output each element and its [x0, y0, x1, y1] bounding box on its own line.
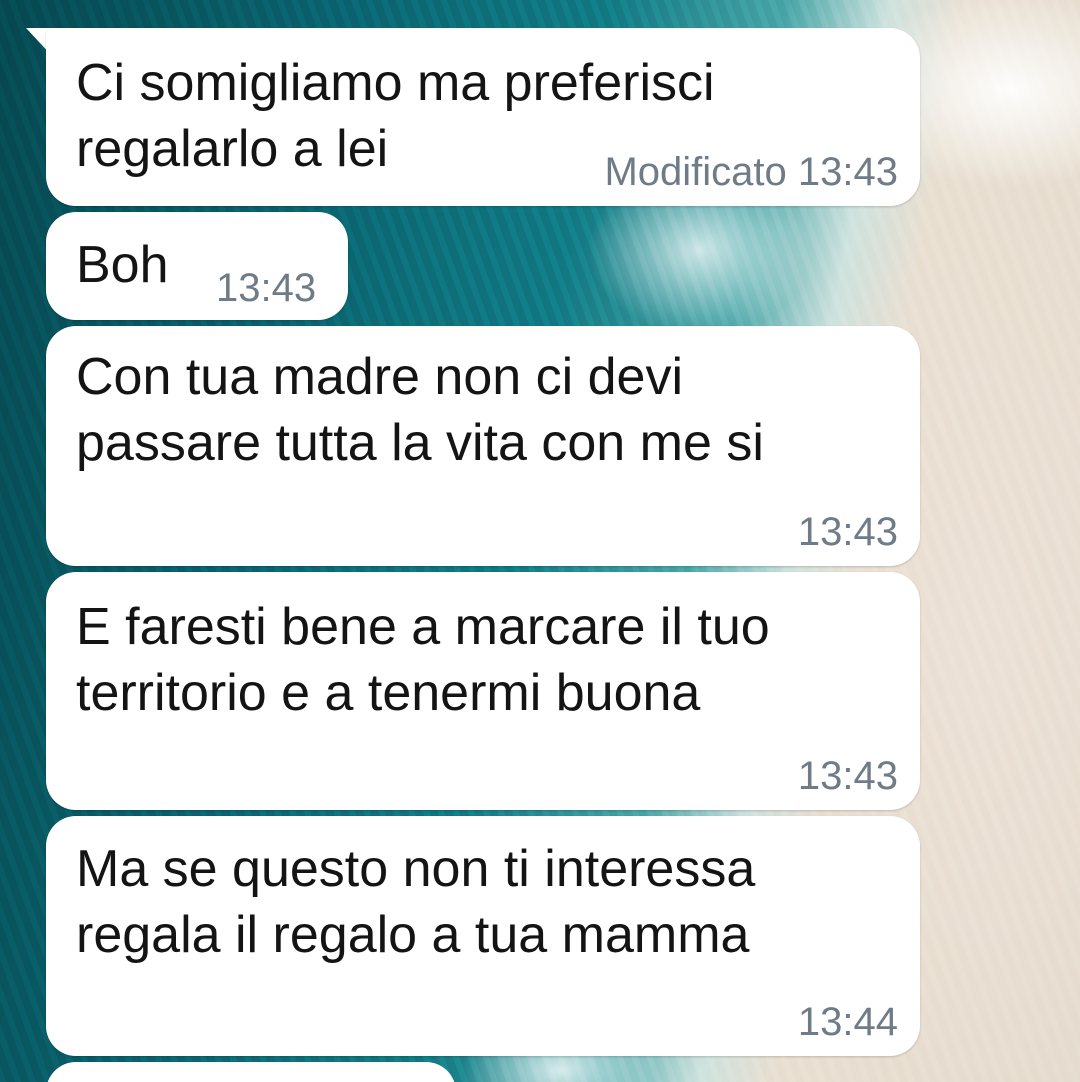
- message-text: Ma se questo non ti interessa regala il …: [76, 840, 756, 964]
- message-bubble[interactable]: Ma se questo non ti interessa regala il …: [46, 816, 920, 1056]
- message-bubble[interactable]: Ci somigliamo ma preferisci regalarlo a …: [46, 28, 920, 206]
- message-bubble[interactable]: Boh 13:43: [46, 212, 348, 320]
- message-text: Con tua madre non ci devi passare tutta …: [76, 348, 764, 472]
- message-text: Boh: [76, 236, 169, 294]
- message-timestamp: 13:44: [797, 1000, 898, 1044]
- message-timestamp: 13:43: [797, 754, 898, 798]
- message-timestamp: 13:43: [216, 266, 317, 310]
- message-bubble[interactable]: Con tua madre non ci devi passare tutta …: [46, 326, 920, 566]
- message-bubble[interactable]: E faresti bene a marcare il tuo territor…: [46, 572, 920, 810]
- message-bubble-partial[interactable]: [46, 1062, 456, 1082]
- message-text: E faresti bene a marcare il tuo territor…: [76, 598, 770, 722]
- message-timestamp: Modificato 13:43: [604, 150, 898, 194]
- message-timestamp: 13:43: [797, 510, 898, 554]
- message-list[interactable]: Ci somigliamo ma preferisci regalarlo a …: [0, 0, 1080, 1082]
